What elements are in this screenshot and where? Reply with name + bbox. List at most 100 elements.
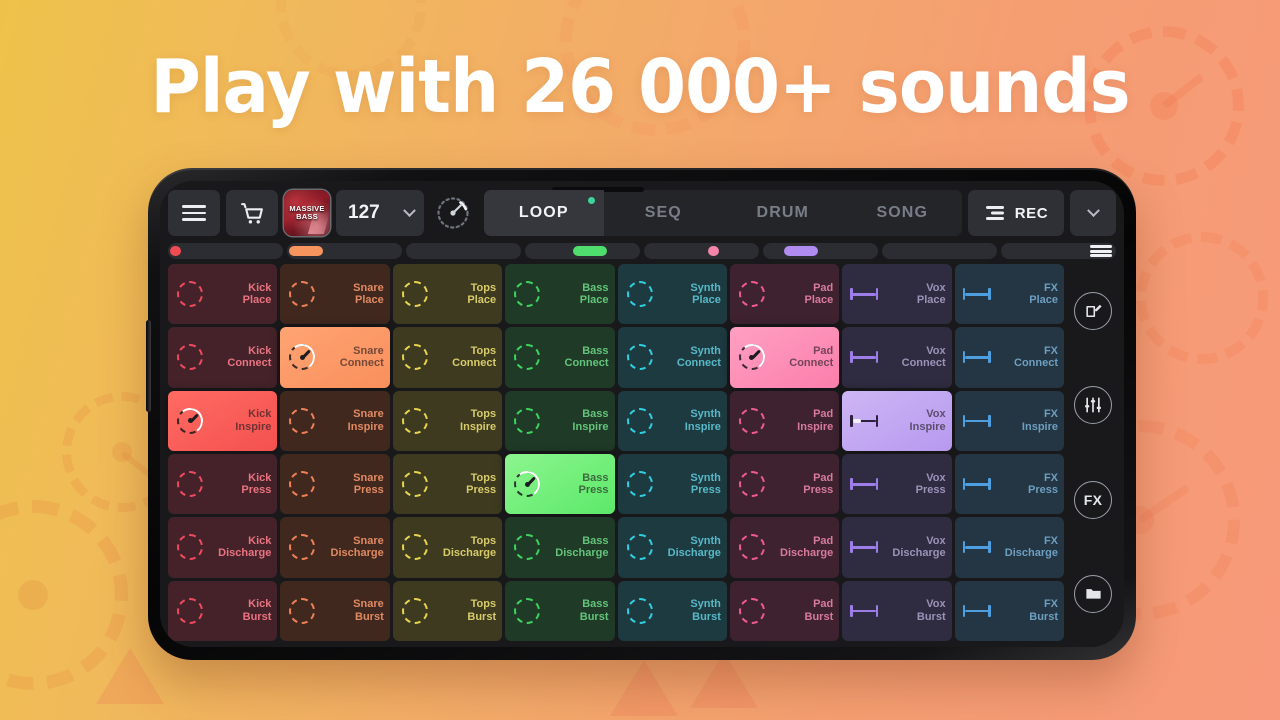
pad-tops-connect[interactable]: Tops Connect bbox=[392, 327, 503, 388]
track-slot-6[interactable] bbox=[763, 243, 878, 259]
pad-pad-burst[interactable]: Pad Burst bbox=[729, 580, 840, 641]
pad-pad-place[interactable]: Pad Place bbox=[729, 264, 840, 325]
pad-pad-inspire[interactable]: Pad Inspire bbox=[729, 390, 840, 451]
tab-song[interactable]: SONG bbox=[843, 190, 963, 236]
pad-fx-discharge[interactable]: FX Discharge bbox=[954, 517, 1064, 578]
pad-label: Pad Discharge bbox=[771, 535, 833, 560]
pad-bass-connect[interactable]: Bass Connect bbox=[505, 327, 615, 388]
pad-pad-press[interactable]: Pad Press bbox=[729, 453, 840, 515]
tab-loop[interactable]: LOOP bbox=[484, 190, 604, 236]
mixer-button[interactable] bbox=[1074, 386, 1112, 425]
pad-tops-place[interactable]: Tops Place bbox=[392, 264, 503, 325]
pad-synth-inspire[interactable]: Synth Inspire bbox=[617, 390, 727, 451]
pad-vox-inspire[interactable]: Vox Inspire bbox=[842, 390, 952, 451]
pad-bass-discharge[interactable]: Bass Discharge bbox=[505, 517, 615, 578]
tab-seq[interactable]: SEQ bbox=[604, 190, 724, 236]
pad-tops-discharge[interactable]: Tops Discharge bbox=[392, 517, 503, 578]
track-resize-handle[interactable] bbox=[1090, 245, 1112, 257]
pad-tops-burst[interactable]: Tops Burst bbox=[392, 580, 503, 641]
tempo-knob-button[interactable] bbox=[430, 190, 476, 236]
track-slot-1[interactable] bbox=[168, 243, 283, 259]
pad-label-instrument: Tops bbox=[470, 534, 497, 547]
pad-vox-burst[interactable]: Vox Burst bbox=[842, 580, 952, 641]
pad-synth-burst[interactable]: Synth Burst bbox=[617, 580, 727, 641]
pad-bar-icon bbox=[962, 406, 992, 436]
pad-pad-discharge[interactable]: Pad Discharge bbox=[729, 517, 840, 578]
bpm-selector[interactable]: 127 bbox=[336, 190, 424, 236]
pad-fx-place[interactable]: FX Place bbox=[954, 264, 1064, 325]
track-slot-7[interactable] bbox=[882, 243, 997, 259]
pad-snare-connect[interactable]: Snare Connect bbox=[280, 327, 390, 388]
pad-pad-connect[interactable]: Pad Connect bbox=[729, 327, 840, 388]
range-bar bbox=[962, 351, 991, 364]
pad-label-instrument: Snare bbox=[353, 598, 384, 611]
track-slot-2[interactable] bbox=[287, 243, 402, 259]
album-art-thumbnail[interactable]: MASSIVE BASS bbox=[284, 190, 330, 236]
pad-snare-place[interactable]: Snare Place bbox=[280, 264, 390, 325]
track-slot-5[interactable] bbox=[644, 243, 759, 259]
pad-fx-press[interactable]: FX Press bbox=[954, 453, 1064, 515]
pad-vox-discharge[interactable]: Vox Discharge bbox=[842, 517, 952, 578]
pad-tops-inspire[interactable]: Tops Inspire bbox=[392, 390, 503, 451]
record-button[interactable]: REC bbox=[968, 190, 1064, 236]
pad-kick-inspire[interactable]: Kick Inspire bbox=[168, 390, 278, 451]
track-slot-3[interactable] bbox=[406, 243, 521, 259]
mode-tabs: LOOP SEQ DRUM SONG bbox=[484, 190, 962, 236]
pad-label-variant: Press bbox=[466, 484, 497, 497]
expand-panel-button[interactable] bbox=[1070, 190, 1116, 236]
pad-kick-place[interactable]: Kick Place bbox=[168, 264, 278, 325]
tab-drum[interactable]: DRUM bbox=[723, 190, 843, 236]
pad-bass-burst[interactable]: Bass Burst bbox=[505, 580, 615, 641]
pad-kick-connect[interactable]: Kick Connect bbox=[168, 327, 278, 388]
pad-synth-place[interactable]: Synth Place bbox=[617, 264, 727, 325]
pad-tops-press[interactable]: Tops Press bbox=[392, 453, 503, 515]
pad-dashed-ring-icon bbox=[625, 279, 655, 309]
pad-bass-place[interactable]: Bass Place bbox=[505, 264, 615, 325]
edit-button[interactable] bbox=[1074, 292, 1112, 331]
pad-label-variant: Discharge bbox=[1004, 547, 1058, 560]
track-slot-8[interactable] bbox=[1001, 243, 1116, 259]
hamburger-menu-button[interactable] bbox=[168, 190, 220, 236]
pad-vox-connect[interactable]: Vox Connect bbox=[842, 327, 952, 388]
pad-snare-inspire[interactable]: Snare Inspire bbox=[280, 390, 390, 451]
pad-vox-place[interactable]: Vox Place bbox=[842, 264, 952, 325]
pad-kick-discharge[interactable]: Kick Discharge bbox=[168, 517, 278, 578]
pad-snare-burst[interactable]: Snare Burst bbox=[280, 580, 390, 641]
pad-synth-connect[interactable]: Synth Connect bbox=[617, 327, 727, 388]
pad-label: Tops Burst bbox=[434, 598, 496, 623]
dashed-ring bbox=[626, 597, 653, 624]
pad-dashed-ring-icon bbox=[175, 279, 205, 309]
range-bar bbox=[850, 604, 879, 617]
folder-button[interactable] bbox=[1074, 574, 1112, 613]
pad-snare-discharge[interactable]: Snare Discharge bbox=[280, 517, 390, 578]
pad-vox-press[interactable]: Vox Press bbox=[842, 453, 952, 515]
pad-bass-press[interactable]: Bass Press bbox=[505, 453, 615, 515]
dashed-ring bbox=[177, 281, 203, 308]
pad-bar-icon bbox=[962, 469, 992, 499]
pad-label: Bass Place bbox=[546, 281, 609, 307]
pad-snare-press[interactable]: Snare Press bbox=[280, 453, 390, 515]
pad-label-variant: Connect bbox=[339, 357, 384, 370]
pad-label: Pad Connect bbox=[771, 345, 833, 370]
pad-bass-inspire[interactable]: Bass Inspire bbox=[505, 390, 615, 451]
pad-label: FX Connect bbox=[996, 345, 1058, 370]
pad-dashed-ring-icon bbox=[737, 469, 767, 499]
folder-icon bbox=[1085, 589, 1101, 600]
pad-kick-press[interactable]: Kick Press bbox=[168, 453, 278, 515]
shop-cart-button[interactable] bbox=[226, 190, 278, 236]
pad-label-variant: Press bbox=[690, 484, 721, 497]
pad-kick-burst[interactable]: Kick Burst bbox=[168, 580, 278, 641]
pad-label: Pad Press bbox=[771, 472, 833, 497]
fx-button[interactable]: FX bbox=[1074, 480, 1112, 519]
track-slot-4[interactable] bbox=[525, 243, 640, 259]
pad-fx-connect[interactable]: FX Connect bbox=[954, 327, 1064, 388]
dashed-ring bbox=[401, 534, 428, 561]
pad-synth-discharge[interactable]: Synth Discharge bbox=[617, 517, 727, 578]
pad-label-variant: Connect bbox=[227, 357, 272, 370]
pad-label-instrument: Bass bbox=[582, 281, 609, 294]
pad-label-instrument: Snare bbox=[353, 534, 384, 547]
pad-fx-burst[interactable]: FX Burst bbox=[954, 580, 1064, 641]
pad-synth-press[interactable]: Synth Press bbox=[617, 453, 727, 515]
pad-label-variant: Press bbox=[241, 484, 272, 497]
pad-fx-inspire[interactable]: FX Inspire bbox=[954, 390, 1064, 451]
